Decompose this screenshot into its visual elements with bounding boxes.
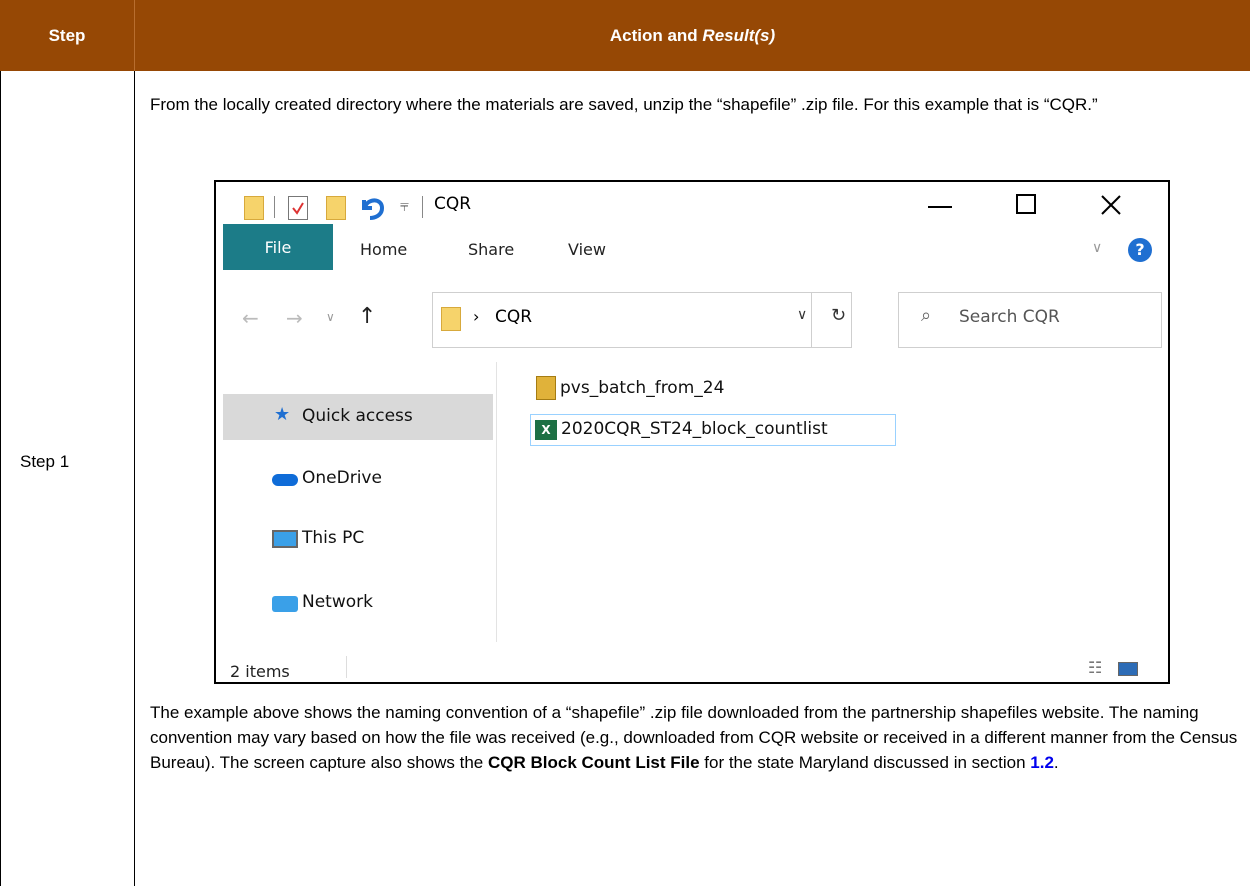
onedrive-icon [272,474,298,486]
minimize-icon[interactable] [928,206,952,208]
window-title: CQR [434,194,472,214]
section-link[interactable]: 1.2 [1030,753,1054,772]
header-action-label: Action and [609,25,698,45]
description-text: The example above shows the naming conve… [150,700,1240,775]
address-dropdown-icon[interactable]: ∨ [797,307,807,323]
computer-icon [272,530,298,548]
tab-share[interactable]: Share [468,240,514,259]
nav-quick-access[interactable]: Quick access [302,406,413,426]
title-divider [274,196,275,218]
checkmark-icon [292,202,304,215]
search-icon: ⌕ [921,305,932,326]
zip-folder-icon [536,376,556,400]
undo-icon[interactable] [358,194,388,222]
network-icon [272,596,298,612]
customize-toolbar-icon[interactable]: ⫧ [400,196,409,216]
status-divider [346,656,347,678]
description-bold: CQR Block Count List File [487,753,700,772]
address-divider [811,293,812,347]
header-action: Action and Result(s) [135,0,1250,71]
maximize-icon[interactable] [1016,194,1036,214]
title-divider-2 [422,196,423,218]
folder-icon [244,196,264,220]
table-border-mid [134,71,135,886]
help-icon[interactable]: ? [1128,238,1152,262]
description-end: . [1053,753,1059,772]
tab-file[interactable]: File [223,224,333,270]
nav-this-pc[interactable]: This PC [302,528,364,548]
refresh-icon[interactable]: ↻ [831,305,846,326]
recent-locations-icon[interactable]: ∨ [326,310,335,324]
up-arrow-icon[interactable]: ↑ [358,304,376,329]
details-view-icon[interactable]: ☷ [1088,658,1102,677]
intro-text: From the locally created directory where… [150,95,1098,114]
forward-arrow-icon[interactable]: → [286,306,303,330]
table-border-left [0,71,1,886]
properties-icon[interactable] [288,196,308,220]
file-explorer-window: ⫧ CQR File Home Share View ∨ ? ← → ∨ ↑ ›… [214,180,1170,684]
nav-onedrive[interactable]: OneDrive [302,468,382,488]
header-step: Step [48,25,86,45]
address-path: CQR [495,307,533,327]
search-input[interactable]: Search CQR [959,307,1060,327]
tab-home[interactable]: Home [360,240,407,259]
file-name-countlist: 2020CQR_ST24_block_countlist [561,419,828,439]
file-item-pvs-batch[interactable]: pvs_batch_from_24 [560,378,724,398]
excel-icon: X [535,420,557,440]
star-icon: ★ [274,404,291,425]
header-result-label: Result(s) [702,25,776,45]
large-icons-view-icon[interactable] [1118,662,1138,676]
table-header: Step Action and Result(s) [0,0,1250,71]
back-arrow-icon[interactable]: ← [242,306,259,330]
search-box[interactable]: ⌕ Search CQR [898,292,1162,348]
new-folder-icon[interactable] [326,196,346,220]
ribbon-expand-icon[interactable]: ∨ [1092,240,1102,256]
step-label: Step 1 [20,452,70,471]
description-part2: for the state Maryland discussed in sect… [699,753,1031,772]
breadcrumb-chevron-icon: › [473,307,480,326]
tab-view[interactable]: View [568,240,606,259]
close-icon[interactable] [1100,194,1122,216]
pane-divider [496,362,497,642]
nav-network[interactable]: Network [302,592,373,612]
file-item-selected[interactable]: X 2020CQR_ST24_block_countlist [530,414,896,446]
address-folder-icon [441,307,461,331]
status-item-count: 2 items [230,662,290,681]
address-bar[interactable]: › CQR ∨ ↻ [432,292,852,348]
